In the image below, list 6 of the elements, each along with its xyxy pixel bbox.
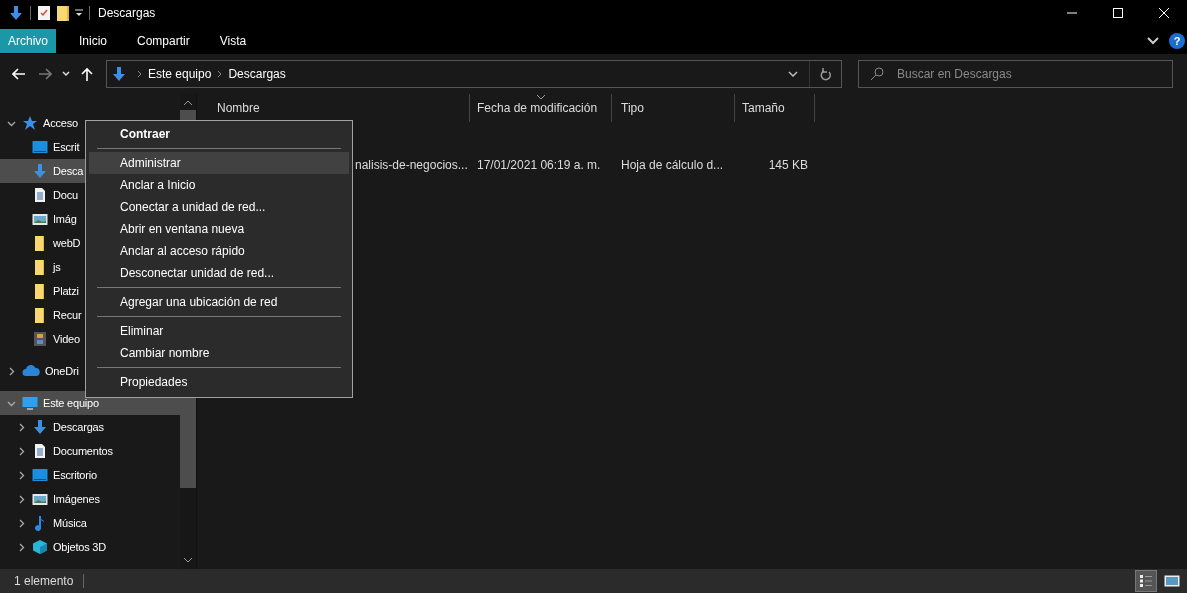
table-cell-text: 145 KB [767,158,809,172]
window-title: Descargas [98,6,156,20]
table-cell-text: Hoja de cálculo d... [620,158,725,172]
table-cell: nalisis-de-negocios... [355,158,468,172]
status-text: 1 elemento [14,574,74,588]
table-cell-text: 17/01/2021 06:19 a. m. [476,158,602,172]
